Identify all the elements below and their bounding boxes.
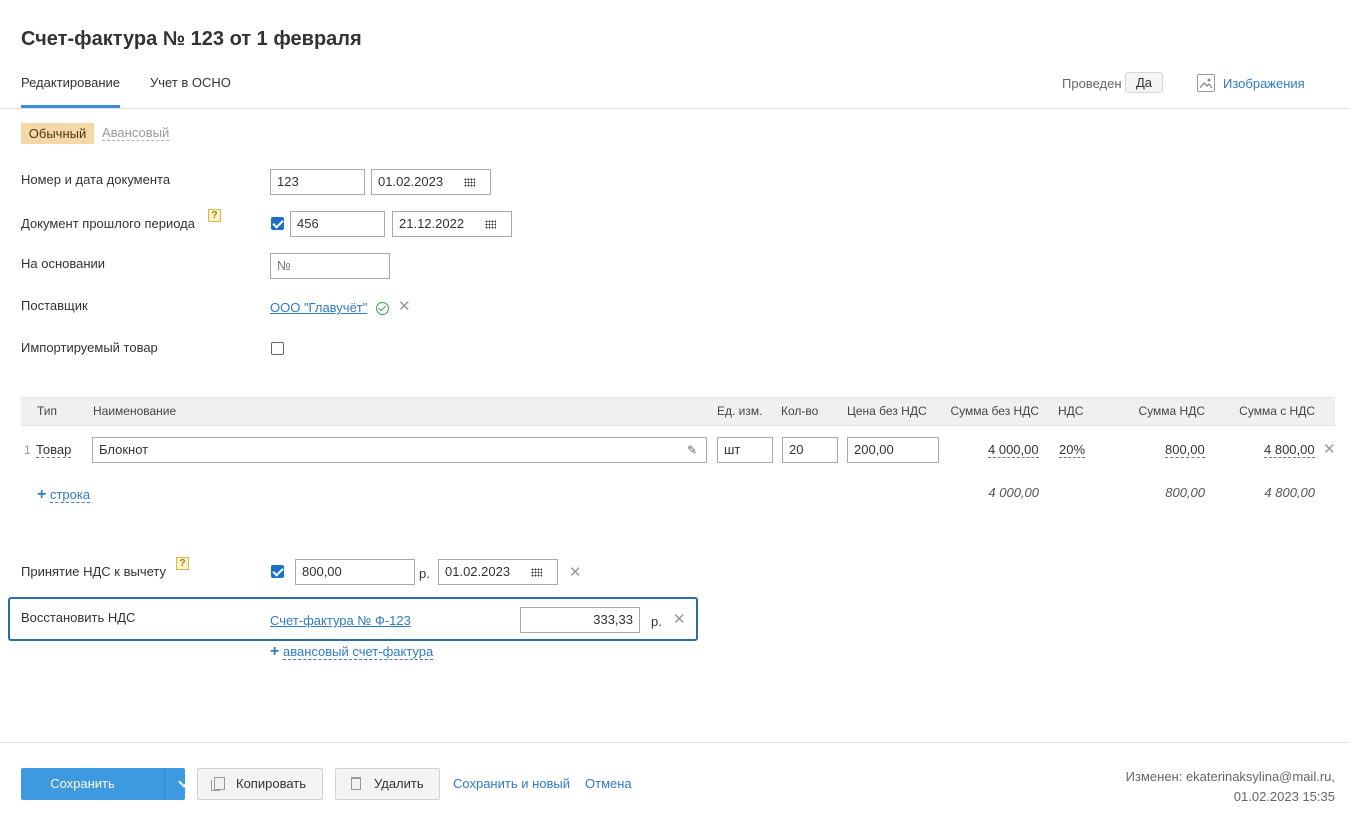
close-icon[interactable]: ✕ bbox=[398, 299, 411, 314]
changed-at: 01.02.2023 15:35 bbox=[1233, 789, 1335, 804]
divider bbox=[0, 108, 1349, 109]
tab-osno[interactable]: Учет в ОСНО bbox=[150, 75, 231, 90]
basis-label: На основании bbox=[21, 256, 106, 271]
save-and-new-link[interactable]: Сохранить и новый bbox=[453, 776, 570, 791]
col-qty: Кол-во bbox=[781, 404, 819, 418]
tab-editing[interactable]: Редактирование bbox=[21, 75, 120, 90]
restore-invoice-link[interactable]: Счет-фактура № Ф-123 bbox=[270, 613, 411, 628]
trash-icon bbox=[351, 777, 361, 790]
row-price-input[interactable]: 200,00 bbox=[847, 437, 939, 463]
currency-label: р. bbox=[651, 614, 662, 629]
save-button[interactable]: Сохранить bbox=[21, 768, 190, 800]
col-name: Наименование bbox=[93, 404, 177, 418]
add-row-label: строка bbox=[49, 487, 91, 503]
vat-deduct-label: Принятие НДС к вычету bbox=[21, 564, 167, 579]
divider bbox=[164, 768, 165, 800]
cancel-link[interactable]: Отмена bbox=[585, 776, 632, 791]
total-sum-with-vat: 4 800,00 bbox=[1264, 485, 1315, 500]
prev-date-input[interactable]: 21.12.2022 bbox=[392, 211, 512, 237]
total-vat-sum: 800,00 bbox=[1165, 485, 1205, 500]
doc-number-input[interactable]: 123 bbox=[270, 169, 365, 195]
changed-by: Изменен: ekaterinaksylina@mail.ru, bbox=[1125, 769, 1335, 784]
doc-date-input[interactable]: 01.02.2023 bbox=[371, 169, 491, 195]
chevron-down-icon[interactable] bbox=[178, 776, 190, 788]
vat-deduct-date-value: 01.02.2023 bbox=[445, 564, 511, 579]
images-link[interactable]: Изображения bbox=[1223, 76, 1305, 91]
page-title: Счет-фактура № 123 от 1 февраля bbox=[21, 28, 362, 50]
add-advance-invoice-button[interactable]: + авансовый счет-фактура bbox=[270, 643, 434, 661]
delete-button[interactable]: Удалить bbox=[335, 768, 440, 800]
col-vat: НДС bbox=[1058, 404, 1084, 418]
delete-row-icon[interactable]: ✕ bbox=[1323, 442, 1336, 457]
row-unit-input[interactable]: шт bbox=[717, 437, 773, 463]
col-type: Тип bbox=[37, 404, 58, 418]
vat-deduct-amount-input[interactable]: 800,00 bbox=[295, 559, 415, 585]
copy-label: Копировать bbox=[236, 776, 306, 791]
row-name-input[interactable]: Блокнот ✎ bbox=[92, 437, 707, 463]
prev-period-checkbox[interactable] bbox=[271, 217, 284, 230]
col-unit: Ед. изм. bbox=[717, 404, 763, 418]
row-number: 1 bbox=[24, 443, 31, 457]
type-ordinary-button[interactable]: Обычный bbox=[21, 123, 94, 144]
row-sum-with-vat[interactable]: 4 800,00 bbox=[1264, 443, 1315, 458]
col-price: Цена без НДС bbox=[847, 404, 927, 418]
calendar-icon[interactable] bbox=[464, 178, 475, 187]
currency-label: р. bbox=[419, 566, 430, 581]
supplier-label: Поставщик bbox=[21, 298, 88, 313]
copy-icon bbox=[211, 777, 225, 791]
save-label: Сохранить bbox=[50, 776, 115, 791]
prev-date-value: 21.12.2022 bbox=[399, 216, 465, 231]
doc-number-label: Номер и дата документа bbox=[21, 172, 171, 187]
doc-date-value: 01.02.2023 bbox=[378, 174, 444, 189]
basis-input[interactable]: № bbox=[270, 253, 390, 279]
row-qty-input[interactable]: 20 bbox=[782, 437, 838, 463]
row-vat-sum[interactable]: 800,00 bbox=[1165, 443, 1205, 458]
delete-label: Удалить bbox=[374, 776, 424, 791]
image-icon[interactable] bbox=[1197, 74, 1215, 92]
plus-icon: + bbox=[37, 486, 47, 503]
col-sum-with-vat: Сумма с НДС bbox=[1239, 404, 1315, 418]
supplier-link[interactable]: ООО "Главучёт" bbox=[270, 300, 367, 315]
divider bbox=[0, 742, 1349, 743]
restore-amount-input[interactable]: 333,33 bbox=[520, 607, 640, 633]
row-sum-no-vat[interactable]: 4 000,00 bbox=[988, 443, 1039, 458]
prev-number-input[interactable]: 456 bbox=[290, 211, 385, 237]
col-sum-no-vat: Сумма без НДС bbox=[950, 404, 1039, 418]
vat-deduct-checkbox[interactable] bbox=[271, 565, 284, 578]
close-icon[interactable]: ✕ bbox=[673, 612, 686, 627]
row-type[interactable]: Товар bbox=[36, 443, 72, 458]
col-vat-sum: Сумма НДС bbox=[1138, 404, 1206, 418]
add-advance-invoice-label: авансовый счет-фактура bbox=[282, 644, 434, 660]
pencil-icon[interactable]: ✎ bbox=[687, 438, 697, 462]
copy-button[interactable]: Копировать bbox=[197, 768, 323, 800]
posted-label: Проведен bbox=[1062, 76, 1122, 91]
calendar-icon[interactable] bbox=[531, 568, 542, 577]
vat-deduct-date-input[interactable]: 01.02.2023 bbox=[438, 559, 558, 585]
row-vat-rate[interactable]: 20% bbox=[1059, 443, 1086, 458]
help-icon[interactable]: ? bbox=[208, 209, 221, 222]
add-row-button[interactable]: + строка bbox=[37, 486, 91, 504]
help-icon[interactable]: ? bbox=[176, 557, 189, 570]
imported-label: Импортируемый товар bbox=[21, 340, 158, 355]
calendar-icon[interactable] bbox=[485, 220, 496, 229]
verified-icon bbox=[376, 302, 389, 315]
prev-period-label: Документ прошлого периода bbox=[21, 216, 195, 231]
imported-checkbox[interactable] bbox=[271, 342, 284, 355]
type-advance-button[interactable]: Авансовый bbox=[102, 126, 170, 141]
close-icon[interactable]: ✕ bbox=[569, 565, 582, 580]
plus-icon: + bbox=[270, 643, 280, 660]
total-sum-no-vat: 4 000,00 bbox=[988, 485, 1039, 500]
posted-toggle[interactable]: Да bbox=[1125, 72, 1163, 93]
row-name-value: Блокнот bbox=[99, 442, 149, 457]
restore-vat-label: Восстановить НДС bbox=[21, 610, 136, 625]
